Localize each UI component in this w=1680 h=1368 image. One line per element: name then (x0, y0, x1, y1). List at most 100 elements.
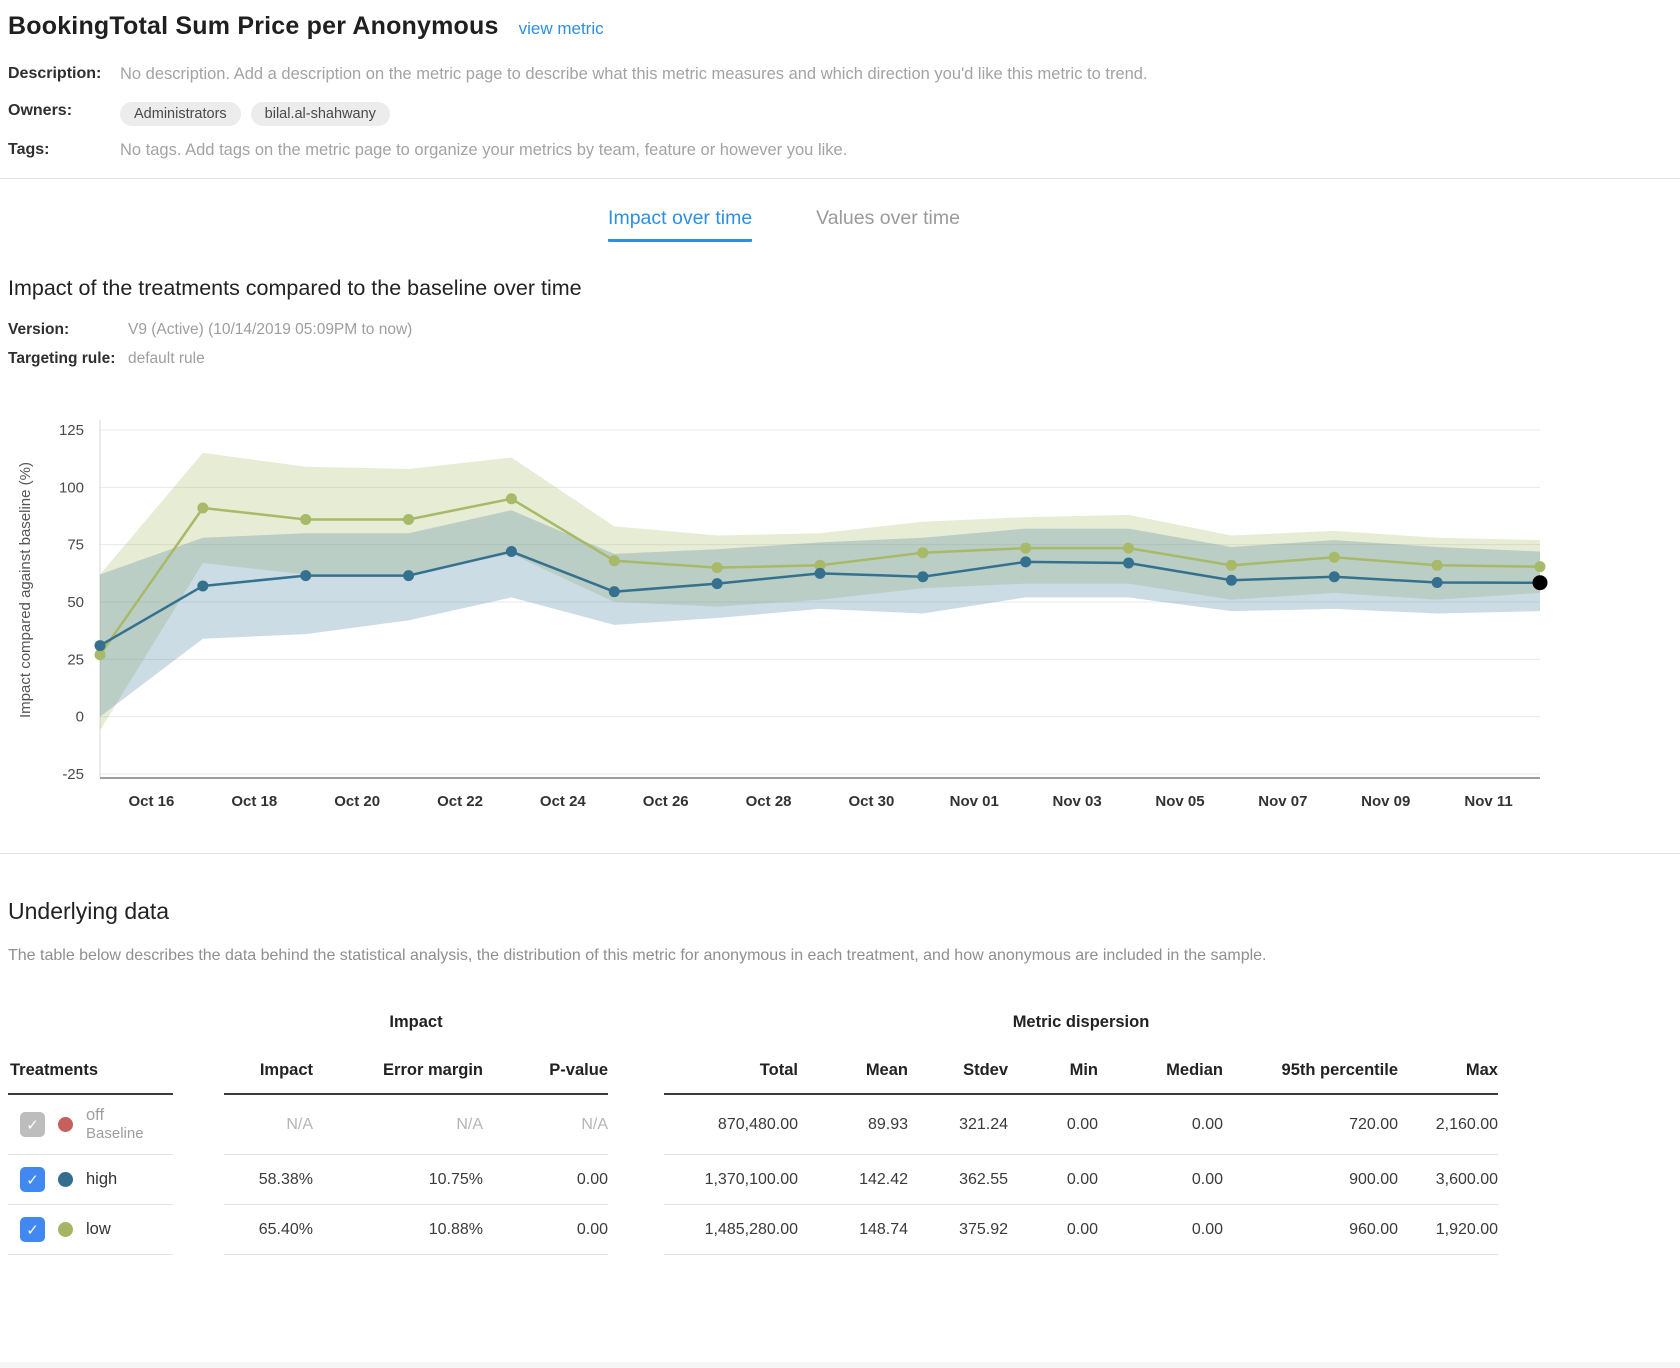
y-axis-title: Impact compared against baseline (%) (17, 462, 34, 718)
y-tick-label: 50 (67, 594, 84, 611)
data-point-low[interactable] (197, 502, 208, 513)
data-point-high[interactable] (712, 578, 723, 589)
data-point-high[interactable] (403, 570, 414, 581)
header: BookingTotal Sum Price per Anonymous vie… (8, 12, 1680, 41)
cell-error-margin-low: 10.88% (313, 1205, 483, 1255)
x-tick-label: Oct 16 (128, 793, 174, 810)
data-point-high[interactable] (1123, 558, 1134, 569)
column-header-impact: Impact (224, 1049, 313, 1095)
description-value: No description. Add a description on the… (120, 65, 1148, 84)
cell-95th-percentile-off: 720.00 (1223, 1095, 1398, 1155)
data-point-low[interactable] (1329, 552, 1340, 563)
cell-max-low: 1,920.00 (1398, 1205, 1498, 1255)
data-point-low[interactable] (506, 493, 517, 504)
data-point-high[interactable] (1020, 556, 1031, 567)
treatment-color-dot-low (58, 1222, 73, 1237)
data-point-high[interactable] (197, 580, 208, 591)
data-point-high[interactable] (1226, 575, 1237, 586)
column-header-min: Min (1008, 1049, 1098, 1095)
data-point-low[interactable] (300, 514, 311, 525)
data-point-high[interactable] (609, 586, 620, 597)
metric-meta: Description: No description. Add a descr… (8, 65, 1680, 163)
data-point-high[interactable] (1329, 571, 1340, 582)
column-header-max: Max (1398, 1049, 1498, 1095)
data-point-low[interactable] (1020, 543, 1031, 554)
x-tick-label: Nov 09 (1361, 793, 1410, 810)
cell-95th-percentile-high: 900.00 (1223, 1155, 1398, 1205)
middle-divider (0, 853, 1680, 854)
cell-p-value-high: 0.00 (483, 1155, 608, 1205)
owners-label: Owners: (8, 102, 120, 120)
cell-impact-low: 65.40% (224, 1205, 313, 1255)
data-point-low[interactable] (403, 514, 414, 525)
impact-chart-container: 1251007550250-25Oct 16Oct 18Oct 20Oct 22… (0, 380, 1680, 829)
tags-row: Tags: No tags. Add tags on the metric pa… (8, 141, 1680, 163)
column-header-stdev: Stdev (908, 1049, 1008, 1095)
metric-impact-page: BookingTotal Sum Price per Anonymous vie… (0, 0, 1680, 1368)
tags-value: No tags. Add tags on the metric page to … (120, 141, 847, 160)
column-header-95th-percentile: 95th percentile (1223, 1049, 1398, 1095)
data-point-low[interactable] (1123, 543, 1134, 554)
data-point-low[interactable] (917, 547, 928, 558)
x-tick-label: Nov 11 (1464, 793, 1512, 810)
cell-total-high: 1,370,100.00 (664, 1155, 798, 1205)
description-label: Description: (8, 65, 120, 83)
cell-total-off: 870,480.00 (664, 1095, 798, 1155)
column-header-treatments: Treatments (8, 1049, 173, 1095)
treatment-row-off: ✓ offBaseline (8, 1095, 173, 1155)
treatment-row-low: ✓low (8, 1205, 173, 1255)
x-tick-label: Oct 26 (643, 793, 689, 810)
column-gap (608, 1205, 664, 1255)
cell-impact-off: N/A (224, 1095, 313, 1155)
y-tick-label: 0 (76, 709, 84, 726)
tab-values-over-time[interactable]: Values over time (816, 207, 960, 242)
data-point-high[interactable] (917, 571, 928, 582)
treatment-checkbox-off[interactable]: ✓ (20, 1112, 45, 1137)
cell-total-low: 1,485,280.00 (664, 1205, 798, 1255)
x-tick-label: Nov 05 (1155, 793, 1204, 810)
column-gap (173, 1205, 224, 1255)
cell-p-value-low: 0.00 (483, 1205, 608, 1255)
treatment-row-high: ✓high (8, 1155, 173, 1205)
y-tick-label: 100 (59, 479, 84, 496)
version-label: Version: (8, 321, 128, 339)
data-point-low[interactable] (712, 562, 723, 573)
data-point-high[interactable] (815, 568, 826, 579)
targeting-rule-value: default rule (128, 350, 205, 368)
chart-section-heading: Impact of the treatments compared to the… (8, 276, 1680, 301)
owner-pill-user[interactable]: bilal.al-shahwany (251, 102, 390, 126)
impact-chart: 1251007550250-25Oct 16Oct 18Oct 20Oct 22… (0, 380, 1560, 824)
targeting-rule-row: Targeting rule: default rule (8, 350, 1680, 368)
cell-error-margin-high: 10.75% (313, 1155, 483, 1205)
x-tick-label: Oct 28 (746, 793, 792, 810)
cell-stdev-low: 375.92 (908, 1205, 1008, 1255)
treatment-name-off: offBaseline (86, 1105, 144, 1144)
x-tick-label: Oct 18 (231, 793, 277, 810)
column-header-p-value: P-value (483, 1049, 608, 1095)
data-point-high[interactable] (506, 546, 517, 557)
version-value: V9 (Active) (10/14/2019 05:09PM to now) (128, 321, 412, 339)
cell-max-off: 2,160.00 (1398, 1095, 1498, 1155)
tab-impact-over-time[interactable]: Impact over time (608, 207, 752, 242)
data-point-high[interactable] (95, 640, 106, 651)
data-point-high[interactable] (300, 570, 311, 581)
data-point-low[interactable] (1535, 561, 1546, 572)
data-point-high[interactable] (1432, 577, 1443, 588)
y-tick-label: -25 (62, 766, 84, 783)
group-header-gap (608, 1013, 664, 1049)
highlighted-data-point[interactable] (1533, 575, 1548, 590)
treatment-checkbox-high[interactable]: ✓ (20, 1167, 45, 1192)
data-point-low[interactable] (609, 555, 620, 566)
group-header-impact: Impact (224, 1013, 608, 1049)
treatment-checkbox-low[interactable]: ✓ (20, 1217, 45, 1242)
cell-median-high: 0.00 (1098, 1155, 1223, 1205)
x-tick-label: Nov 01 (950, 793, 999, 810)
column-gap (608, 1049, 664, 1095)
x-tick-label: Nov 07 (1258, 793, 1307, 810)
x-tick-label: Oct 20 (334, 793, 380, 810)
view-metric-link[interactable]: view metric (519, 19, 604, 39)
data-point-low[interactable] (1432, 560, 1443, 571)
data-point-low[interactable] (1226, 560, 1237, 571)
owner-pill-administrators[interactable]: Administrators (120, 102, 241, 126)
cell-min-off: 0.00 (1008, 1095, 1098, 1155)
